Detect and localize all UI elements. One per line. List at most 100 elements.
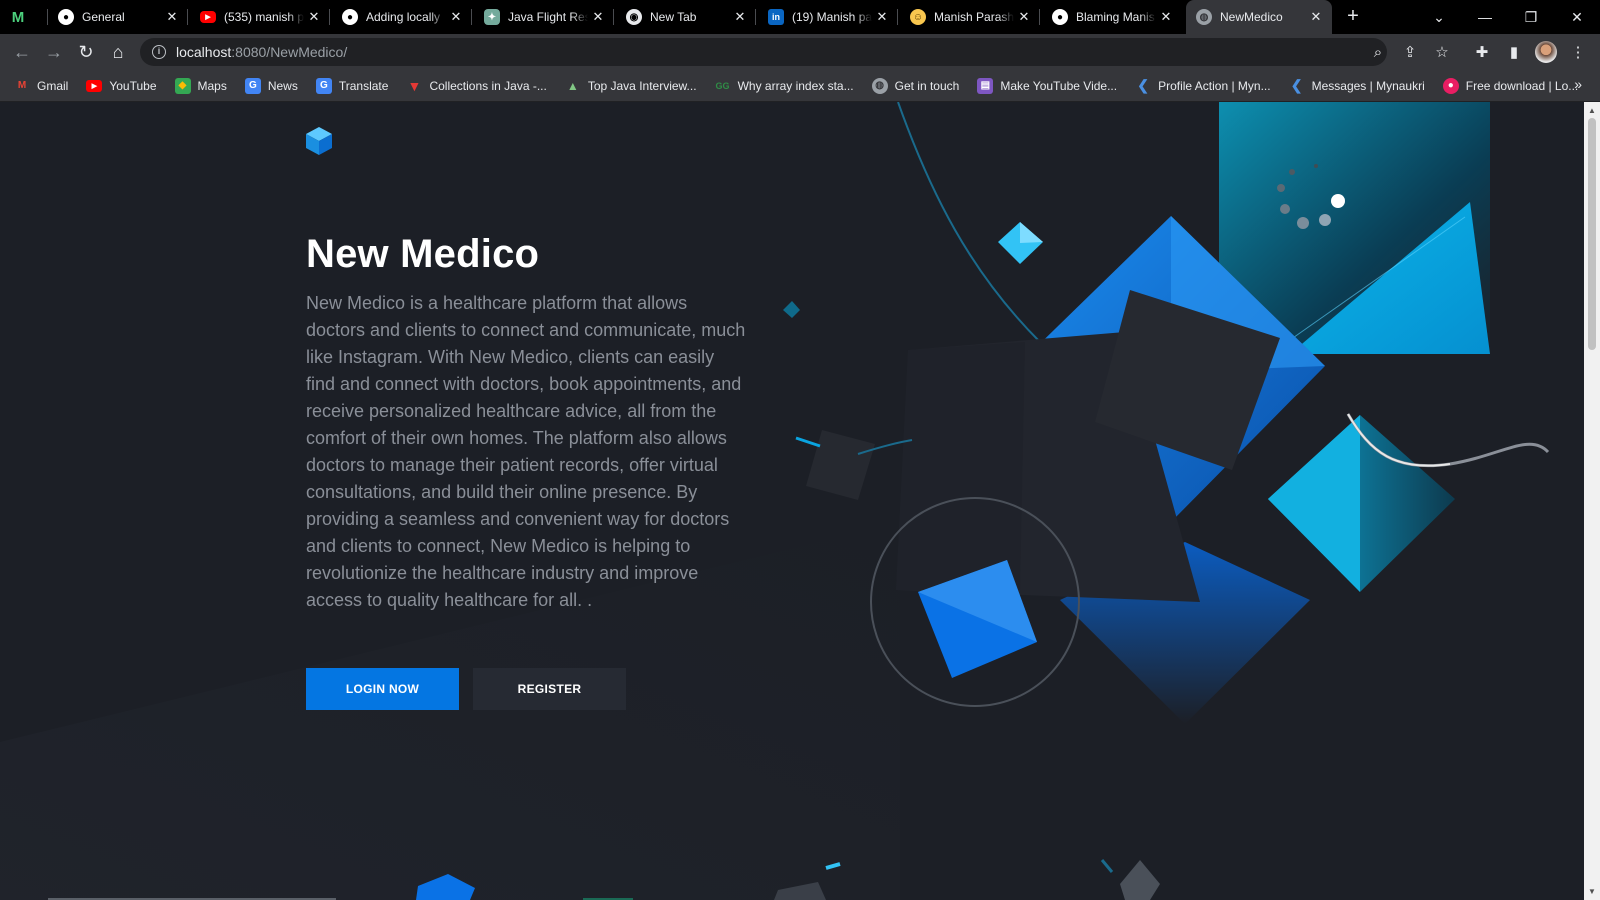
address-bar[interactable]: i localhost:8080/NewMedico/ bbox=[140, 38, 1387, 66]
back-button[interactable]: ← bbox=[8, 38, 36, 66]
menu-icon[interactable]: ⋮ bbox=[1564, 38, 1592, 66]
hero-illustration bbox=[48, 102, 1550, 900]
bookmark-collections-java[interactable]: ▼ Collections in Java -... bbox=[406, 77, 547, 94]
side-panel-icon[interactable]: ▮ bbox=[1500, 38, 1528, 66]
mynaukri-icon: ❮ bbox=[1137, 77, 1149, 93]
tab-linkedin[interactable]: in (19) Manish pa ✕ bbox=[758, 0, 898, 34]
youtube-icon: ▶ bbox=[200, 11, 216, 23]
url-path: :8080/NewMedico/ bbox=[231, 44, 348, 60]
bookmark-label: News bbox=[267, 78, 298, 93]
close-icon[interactable]: ✕ bbox=[730, 9, 750, 25]
mailchimp-icon: M bbox=[11, 8, 25, 26]
tab-youtube[interactable]: ▶ (535) manish p ✕ bbox=[190, 0, 330, 34]
news-icon: G bbox=[244, 77, 261, 94]
minimize-button[interactable]: — bbox=[1462, 0, 1508, 34]
bookmark-label: Translate bbox=[338, 78, 389, 93]
clapper-icon: ▤ bbox=[977, 77, 994, 94]
bookmark-star-icon[interactable]: ☆ bbox=[1428, 38, 1456, 66]
scrollbar-thumb[interactable] bbox=[1588, 118, 1596, 350]
mountain-icon: ▲ bbox=[566, 78, 579, 93]
extensions-icon[interactable]: ✚ bbox=[1468, 38, 1496, 66]
close-icon[interactable]: ✕ bbox=[872, 9, 892, 25]
chatgpt-icon: ✦ bbox=[484, 9, 500, 25]
tab-adding-locally[interactable]: ● Adding locally ✕ bbox=[332, 0, 472, 34]
globe-icon: ◍ bbox=[871, 77, 888, 94]
window-close-button[interactable]: ✕ bbox=[1554, 0, 1600, 34]
github-icon: ● bbox=[58, 9, 74, 25]
tab-title: Java Flight Res bbox=[508, 10, 588, 24]
site-info-icon[interactable]: i bbox=[152, 45, 166, 59]
forward-button[interactable]: → bbox=[40, 38, 68, 66]
tab-newmedico[interactable]: ◍ NewMedico ✕ bbox=[1186, 0, 1332, 34]
github-icon: ● bbox=[1052, 9, 1068, 25]
bookmark-profile-action[interactable]: ❮ Profile Action | Myn... bbox=[1135, 77, 1271, 94]
bookmark-get-in-touch[interactable]: ◍ Get in touch bbox=[871, 77, 960, 94]
tab-new-tab[interactable]: ◉ New Tab ✕ bbox=[616, 0, 756, 34]
zoom-icon[interactable]: ⌕ bbox=[1364, 38, 1392, 66]
close-icon[interactable]: ✕ bbox=[162, 9, 182, 25]
bookmark-label: Gmail bbox=[37, 78, 69, 93]
page-scrollbar[interactable]: ▲ ▼ bbox=[1584, 102, 1600, 900]
bookmark-translate[interactable]: G Translate bbox=[315, 77, 389, 94]
close-icon[interactable]: ✕ bbox=[304, 9, 324, 25]
bookmark-array-index[interactable]: GG Why array index sta... bbox=[715, 78, 854, 94]
tab-blaming[interactable]: ● Blaming Manis ✕ bbox=[1042, 0, 1182, 34]
close-icon[interactable]: ✕ bbox=[588, 9, 608, 25]
tab-title: New Tab bbox=[650, 10, 697, 24]
bookmark-free-download[interactable]: ● Free download | Lo... bbox=[1442, 77, 1579, 94]
bookmark-java-interview[interactable]: ▲ Top Java Interview... bbox=[565, 78, 697, 94]
bookmark-label: Collections in Java -... bbox=[429, 78, 547, 93]
translate-icon: G bbox=[315, 77, 332, 94]
share-icon[interactable]: ⇪ bbox=[1396, 38, 1424, 66]
bookmark-maps[interactable]: ◆ Maps bbox=[174, 77, 227, 94]
tab-manish[interactable]: ☺ Manish Parash ✕ bbox=[900, 0, 1040, 34]
smiley-icon: ☺ bbox=[910, 9, 926, 25]
bookmark-youtube[interactable]: ▶ YouTube bbox=[86, 79, 157, 93]
pin-icon: ● bbox=[1442, 77, 1459, 94]
close-icon[interactable]: ✕ bbox=[1156, 9, 1176, 25]
close-icon[interactable]: ✕ bbox=[446, 9, 466, 25]
bookmark-gmail[interactable]: M Gmail bbox=[14, 78, 69, 94]
reload-button[interactable]: ↻ bbox=[72, 38, 100, 66]
tab-general[interactable]: ● General ✕ bbox=[48, 0, 188, 34]
gfg-icon: GG bbox=[715, 80, 730, 91]
bookmark-label: Maps bbox=[197, 78, 227, 93]
gmail-icon: M bbox=[17, 80, 27, 91]
tab-search-icon[interactable]: ⌄ bbox=[1416, 0, 1462, 34]
tab-java-flight[interactable]: ✦ Java Flight Res ✕ bbox=[474, 0, 614, 34]
scroll-up-icon[interactable]: ▲ bbox=[1588, 106, 1596, 115]
bookmark-label: Make YouTube Vide... bbox=[1000, 78, 1118, 93]
url-host: localhost bbox=[176, 44, 232, 60]
linkedin-icon: in bbox=[768, 9, 784, 25]
bookmark-youtube-video[interactable]: ▤ Make YouTube Vide... bbox=[977, 77, 1118, 94]
bookmark-label: Free download | Lo... bbox=[1465, 78, 1579, 93]
bookmark-label: Profile Action | Myn... bbox=[1158, 78, 1271, 93]
close-icon[interactable]: ✕ bbox=[1014, 9, 1034, 25]
tab-title: Blaming Manis bbox=[1076, 10, 1155, 24]
bookmark-label: Top Java Interview... bbox=[587, 78, 697, 93]
tab-title: (19) Manish pa bbox=[792, 10, 872, 24]
home-button[interactable]: ⌂ bbox=[104, 38, 132, 66]
youtube-icon: ▶ bbox=[86, 79, 103, 92]
bookmark-label: Get in touch bbox=[894, 78, 960, 93]
close-icon[interactable]: ✕ bbox=[1306, 9, 1326, 25]
mynaukri-icon: ❮ bbox=[1290, 77, 1303, 93]
tab-title: (535) manish p bbox=[224, 10, 304, 24]
profile-avatar[interactable] bbox=[1532, 38, 1560, 66]
bookmark-label: Why array index sta... bbox=[737, 78, 854, 93]
bookmark-news[interactable]: G News bbox=[244, 77, 298, 94]
github-icon: ● bbox=[342, 9, 358, 25]
restore-button[interactable]: ❐ bbox=[1508, 0, 1554, 34]
tab-title: Adding locally bbox=[366, 10, 441, 24]
bookmarks-bar: M Gmail ▶ YouTube ◆ Maps G News G Translate ▼… bbox=[0, 70, 1600, 102]
tab-title: General bbox=[82, 10, 125, 24]
bookmark-messages[interactable]: ❮ Messages | Mynaukri bbox=[1289, 77, 1425, 94]
tab-pinned-mailchimp[interactable]: M bbox=[0, 0, 48, 34]
page-content: New Medico New Medico is a healthcare pl… bbox=[0, 102, 1584, 900]
tab-title: Manish Parash bbox=[934, 10, 1014, 24]
scroll-down-icon[interactable]: ▼ bbox=[1588, 887, 1596, 896]
triangle-icon: ▼ bbox=[407, 77, 422, 94]
globe-icon: ◍ bbox=[1196, 9, 1212, 25]
new-tab-button[interactable]: + bbox=[1341, 5, 1365, 29]
bookmarks-overflow-icon[interactable]: » bbox=[1574, 76, 1582, 92]
